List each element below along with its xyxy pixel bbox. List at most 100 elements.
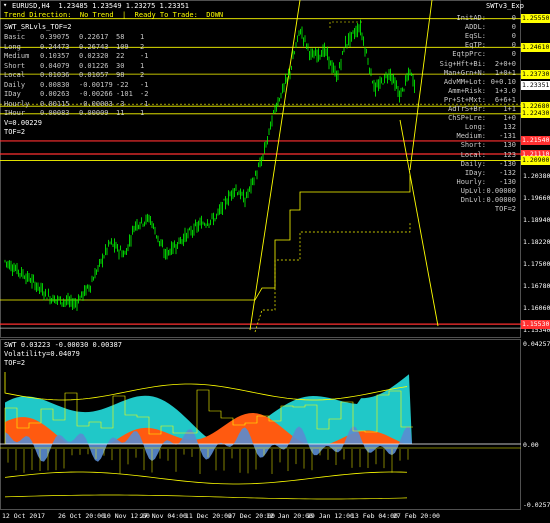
date-label: 26 Oct 20:00 (58, 512, 105, 520)
stat-value: -132 (499, 168, 516, 177)
date-label: 13 Feb 04:00 (351, 512, 398, 520)
stat-value: 1+3.0 (494, 86, 516, 95)
stat-value: 0 (511, 32, 516, 41)
price-marker: 1.24610 (521, 42, 550, 52)
stat-label: EqSL: (464, 32, 486, 41)
date-label: 12 Jan 20:00 (266, 512, 313, 520)
date-label: 11 Dec 20:00 (185, 512, 232, 520)
stat-label: Short: (460, 141, 486, 150)
levels-row-name: IDay (4, 90, 21, 98)
symbol-info: EURUSD,H4 1.23485 1.23549 1.23275 1.2335… (12, 2, 190, 10)
levels-row-d: 1 (140, 109, 145, 117)
levels-row-c: 58 (116, 33, 125, 41)
price-label: 1.19660 (523, 194, 550, 203)
price-marker: 1.20900 (521, 155, 550, 165)
stat-label: Pr+St+Mxt: (443, 95, 486, 104)
sub-axis-top: 0.04257 (523, 340, 550, 348)
levels-row-b: -0.00003 (79, 99, 113, 108)
stat-value: -130 (499, 159, 516, 168)
v-value: V=0.00229 (4, 119, 42, 127)
levels-row-c: 11 (116, 109, 125, 117)
levels-row-b: 0.26743 (79, 42, 109, 51)
levels-row-name: Long (4, 42, 21, 51)
stat-label: Long: (464, 123, 486, 132)
levels-row-b: 0.22617 (79, 33, 109, 41)
volatility-label: Volatility=0.04079 (4, 350, 80, 358)
stat-value: 0 (511, 50, 516, 59)
stat-value: 130 (503, 141, 516, 150)
levels-row-name: Short (4, 61, 26, 70)
price-marker: 1.15530 (521, 319, 550, 329)
price-label: 1.20380 (523, 172, 550, 181)
levels-row-d: -2 (140, 90, 149, 98)
levels-row-b: 0.01057 (79, 71, 109, 79)
price-marker: 1.25550 (521, 14, 550, 24)
tof-value: TOF=2 (4, 128, 26, 136)
levels-row-a: 0.01036 (40, 71, 70, 79)
osc-bottom-band (4, 494, 408, 500)
levels-row-name: IHour (4, 109, 26, 117)
sub-axis-bottom: -0.02579 (523, 501, 550, 509)
levels-row-a: 0.10357 (40, 52, 70, 60)
levels-row-d: -1 (140, 80, 149, 89)
price-label: 1.18220 (523, 238, 550, 247)
date-label: 12 Oct 2017 (2, 512, 46, 520)
levels-row-a: 0.39075 (40, 33, 70, 41)
price-label: 1.16780 (523, 282, 550, 291)
levels-row-d: 2 (140, 42, 145, 51)
stat-value: 0 (511, 23, 516, 32)
stat-value: 0.00000 (486, 196, 516, 204)
stat-label: Amm+Risk: (448, 86, 486, 95)
trend-status: Trend Direction: No Trend | Ready To Tra… (4, 11, 224, 19)
indicator-name: SWTv3_Exp (486, 2, 524, 10)
stat-value: 0.00000 (486, 186, 516, 195)
stat-label: EqtpPrc: (452, 50, 486, 59)
price-marker: 1.22430 (521, 109, 550, 119)
stat-value: 123 (503, 150, 516, 159)
stat-label: Hourly: (456, 177, 486, 186)
levels-row-a: 0.00115 (40, 99, 70, 108)
chart-arrow-icon: ▾ (3, 1, 8, 9)
stat-value: 6+6+1 (494, 95, 516, 104)
stat-value: 1+0+1 (494, 68, 516, 77)
levels-row-b: 0.01226 (79, 61, 109, 70)
date-label: 27 Nov 04:00 (140, 512, 187, 520)
price-marker: 1.23351 (521, 81, 550, 91)
levels-row-d: 1 (140, 33, 145, 41)
stat-value: 1+0 (503, 114, 516, 123)
stat-label: AdTrS+Br: (448, 105, 486, 113)
stat-label: ChSP+Lre: (448, 114, 486, 123)
stat-value: -131 (499, 132, 516, 141)
price-label: 1.16060 (523, 304, 550, 312)
price-label: 1.17500 (523, 260, 550, 269)
levels-row-name: Local (4, 71, 26, 79)
levels-row-c: 98 (116, 71, 125, 79)
stat-value: TOF=2 (494, 205, 516, 214)
stat-label: Man+Grn+N: (443, 68, 486, 77)
levels-row-c: -101 (116, 90, 133, 98)
stat-label: Daily: (460, 159, 486, 168)
levels-row-d: 1 (140, 61, 145, 70)
levels-row-d: -1 (140, 52, 149, 60)
levels-row-c: -3 (116, 99, 125, 108)
sub-tof-label: TOF=2 (4, 359, 26, 367)
trend-line (399, 119, 439, 327)
date-label: 29 Jan 12:00 (307, 512, 354, 520)
osc-lower-band (4, 471, 408, 485)
stat-value: 1+1 (503, 105, 516, 113)
levels-panel-title: SWT_SRLvls_TOF=2 (4, 23, 72, 31)
levels-row-a: 0.00830 (40, 80, 70, 89)
stat-label: DnLvl: (460, 196, 486, 204)
levels-row-a: 0.24473 (40, 42, 70, 51)
levels-row-b: -0.00179 (79, 80, 113, 89)
stat-label: Local: (460, 150, 486, 159)
sub-axis-zero: 0.00 (523, 441, 539, 449)
levels-row-a: 0.04079 (40, 61, 70, 70)
stat-value: -130 (499, 177, 516, 186)
stat-value: 0 (511, 41, 516, 50)
levels-row-d: 2 (140, 71, 145, 79)
levels-row-name: Hourly (4, 99, 30, 108)
stat-value: 2+0+0 (494, 59, 516, 68)
channel-upper (0, 175, 411, 301)
stat-value: 132 (503, 123, 516, 132)
